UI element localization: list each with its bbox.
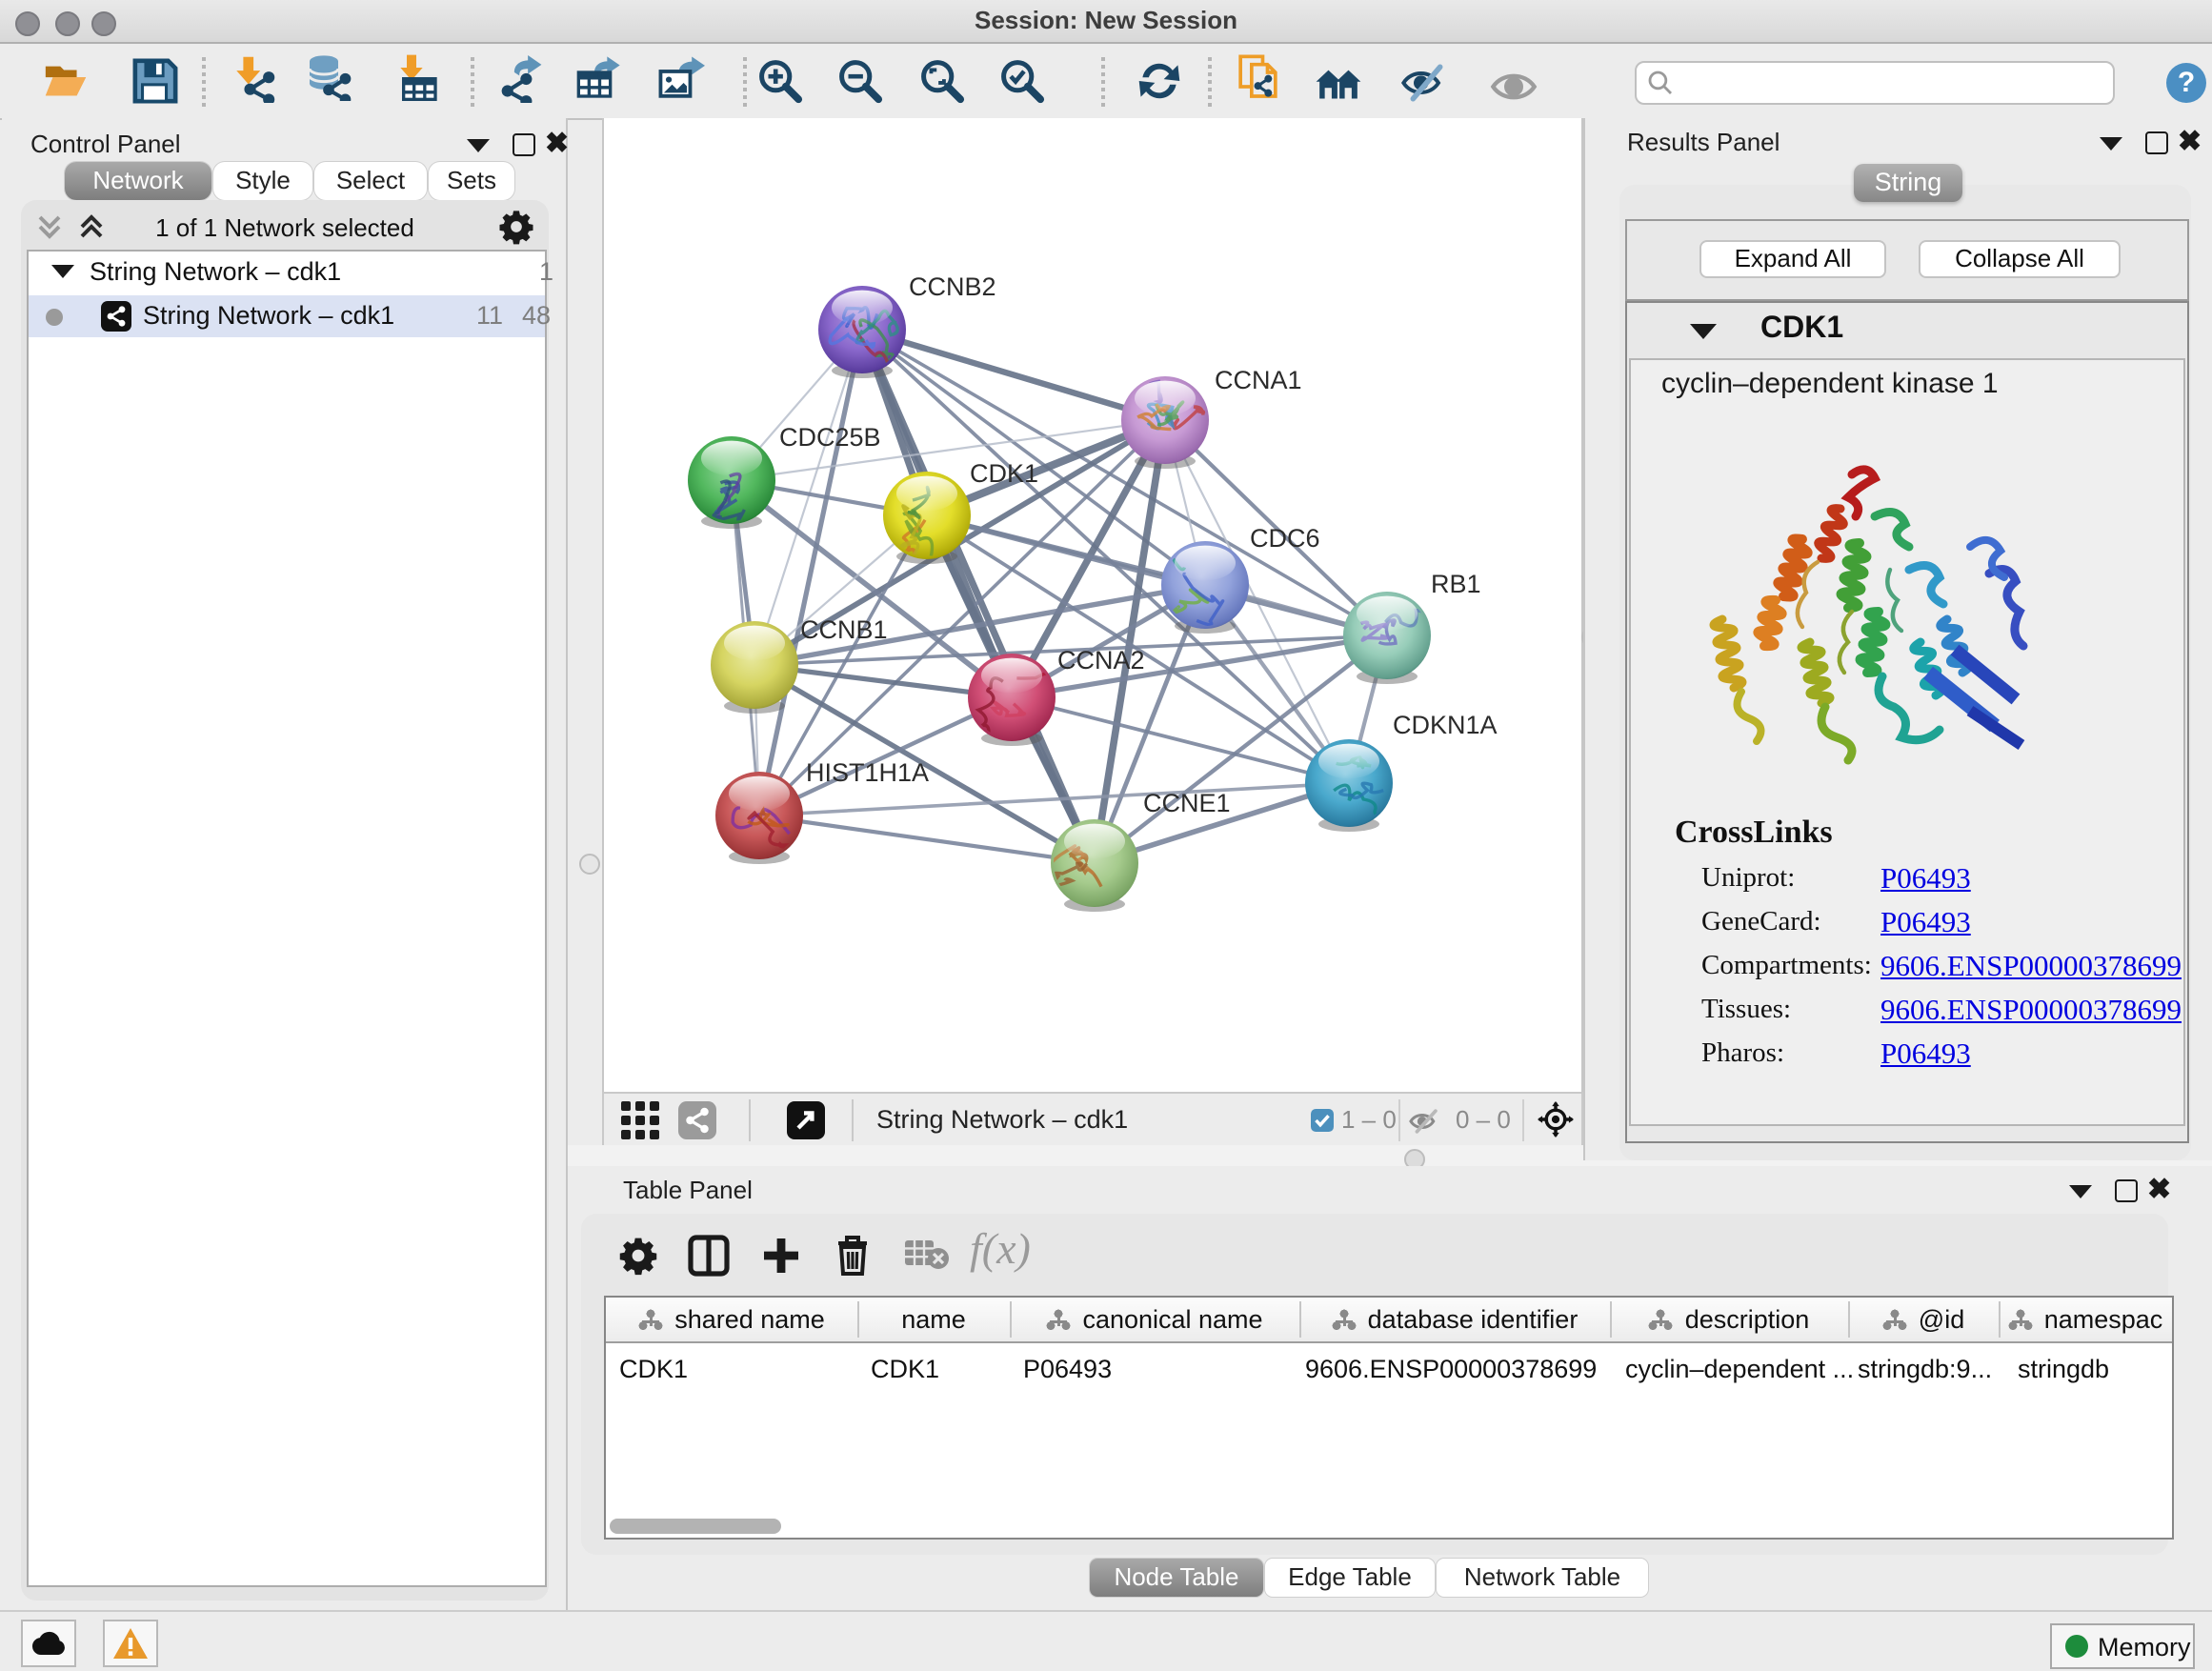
svg-text:CDC6: CDC6 [1250, 524, 1320, 553]
svg-text:CCNA2: CCNA2 [1057, 646, 1145, 674]
svg-text:CDK1: CDK1 [970, 459, 1038, 488]
svg-text:CDC25B: CDC25B [779, 423, 881, 452]
svg-text:CCNA1: CCNA1 [1215, 366, 1302, 394]
svg-text:CCNB1: CCNB1 [800, 615, 888, 644]
svg-text:HIST1H1A: HIST1H1A [806, 758, 929, 787]
svg-text:RB1: RB1 [1431, 570, 1481, 598]
svg-text:CCNB2: CCNB2 [909, 272, 996, 301]
svg-text:CCNE1: CCNE1 [1143, 789, 1231, 817]
svg-text:CDKN1A: CDKN1A [1393, 711, 1498, 739]
